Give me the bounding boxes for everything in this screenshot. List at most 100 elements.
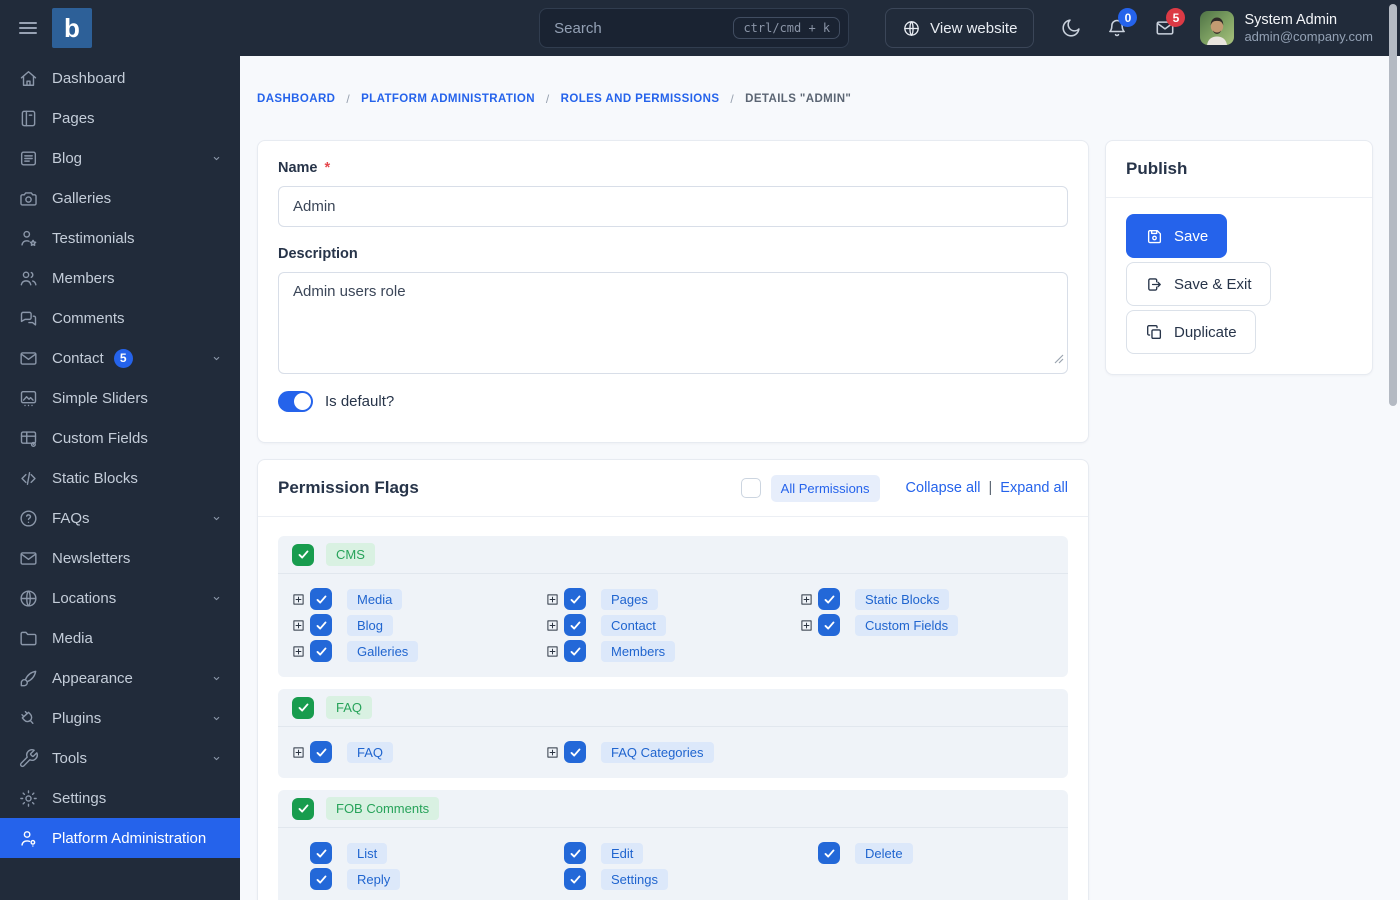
expand-all-link[interactable]: Expand all — [1000, 480, 1068, 496]
permission-checkbox[interactable] — [310, 868, 332, 890]
page-scrollbar[interactable] — [1389, 4, 1397, 406]
permission-label-badge: Contact — [601, 614, 666, 636]
expand-plus-icon[interactable] — [546, 746, 559, 759]
expand-plus-icon[interactable] — [292, 645, 305, 658]
permission-checkbox[interactable] — [564, 741, 586, 763]
sidebar-item-label: Testimonials — [52, 229, 135, 247]
expand-plus-icon[interactable] — [546, 645, 559, 658]
all-permissions-label[interactable]: All Permissions — [770, 474, 880, 502]
envelope-icon — [18, 548, 39, 569]
permission-item-static-blocks: Static Blocks — [800, 586, 1054, 612]
permission-checkbox[interactable] — [310, 640, 332, 662]
sidebar-item-locations[interactable]: Locations — [0, 578, 240, 618]
permission-item-members: Members — [546, 638, 800, 664]
sidebar-item-members[interactable]: Members — [0, 258, 240, 298]
permission-checkbox[interactable] — [564, 640, 586, 662]
chevron-down-icon — [209, 591, 224, 606]
sidebar-item-settings[interactable]: Settings — [0, 778, 240, 818]
permission-checkbox[interactable] — [818, 614, 840, 636]
sidebar-item-galleries[interactable]: Galleries — [0, 178, 240, 218]
menu-icon[interactable] — [14, 14, 42, 42]
sidebar-item-media[interactable]: Media — [0, 618, 240, 658]
plug-icon — [18, 708, 39, 729]
sidebar-item-platform-administration[interactable]: Platform Administration — [0, 818, 240, 858]
duplicate-button[interactable]: Duplicate — [1126, 310, 1256, 354]
permission-checkbox[interactable] — [564, 588, 586, 610]
sidebar-item-label: Contact — [52, 349, 104, 367]
message-count-badge: 5 — [1166, 8, 1186, 27]
copy-icon — [1145, 323, 1164, 342]
exit-icon — [1145, 275, 1164, 294]
permission-checkbox[interactable] — [564, 842, 586, 864]
user-avatar[interactable] — [1200, 11, 1235, 45]
search-input[interactable]: Search ctrl/cmd + k — [539, 8, 850, 48]
name-field[interactable] — [278, 186, 1068, 227]
save-button[interactable]: Save — [1126, 214, 1228, 258]
camera-icon — [18, 188, 39, 209]
sidebar-item-dashboard[interactable]: Dashboard — [0, 58, 240, 98]
is-default-toggle[interactable] — [278, 391, 313, 412]
sidebar: Dashboard Pages Blog Galleries Testimonials M… — [0, 56, 240, 900]
sidebar-nav: Dashboard Pages Blog Galleries Testimonials M… — [0, 58, 240, 858]
permission-checkbox[interactable] — [310, 741, 332, 763]
breadcrumb-item-dashboard[interactable]: DASHBOARD — [257, 93, 335, 105]
sidebar-item-appearance[interactable]: Appearance — [0, 658, 240, 698]
user-name: System Admin — [1244, 11, 1338, 28]
expand-plus-icon[interactable] — [292, 619, 305, 632]
floppy-icon — [1145, 227, 1164, 246]
permission-sections: CMS Media Pages Static Blocks Blog Contact Cus… — [258, 517, 1088, 900]
permission-checkbox[interactable] — [310, 588, 332, 610]
permission-checkbox[interactable] — [310, 842, 332, 864]
description-field[interactable]: Admin users role — [278, 272, 1068, 374]
sidebar-item-label: Newsletters — [52, 549, 131, 567]
all-permissions-checkbox[interactable] — [740, 478, 761, 498]
notifications-button[interactable]: 0 — [1106, 8, 1138, 39]
permission-item-faq: FAQ — [292, 739, 546, 765]
permission-label-badge: Blog — [347, 614, 394, 636]
sidebar-item-testimonials[interactable]: Testimonials — [0, 218, 240, 258]
app-logo[interactable]: b — [52, 8, 92, 48]
sidebar-item-comments[interactable]: Comments — [0, 298, 240, 338]
section-checkbox[interactable] — [292, 543, 314, 566]
expand-plus-icon[interactable] — [292, 593, 305, 606]
collapse-all-link[interactable]: Collapse all — [906, 480, 981, 496]
permission-checkbox[interactable] — [564, 868, 586, 890]
expand-plus-icon[interactable] — [292, 746, 305, 759]
permission-flags-title: Permission Flags — [278, 478, 419, 497]
permission-checkbox[interactable] — [818, 588, 840, 610]
sidebar-item-newsletters[interactable]: Newsletters — [0, 538, 240, 578]
view-website-button[interactable]: View website — [885, 8, 1035, 48]
sidebar-item-tools[interactable]: Tools — [0, 738, 240, 778]
save-and-exit-button[interactable]: Save & Exit — [1126, 262, 1271, 306]
sidebar-item-static-blocks[interactable]: Static Blocks — [0, 458, 240, 498]
breadcrumb-item-roles-and-permissions[interactable]: ROLES AND PERMISSIONS — [561, 93, 720, 105]
permission-item-pages: Pages — [546, 586, 800, 612]
section-checkbox[interactable] — [292, 797, 314, 820]
dark-mode-toggle-button[interactable] — [1060, 17, 1082, 39]
sidebar-item-simple-sliders[interactable]: Simple Sliders — [0, 378, 240, 418]
permission-label-badge: Pages — [601, 588, 658, 610]
sidebar-item-plugins[interactable]: Plugins — [0, 698, 240, 738]
expand-plus-icon[interactable] — [800, 593, 813, 606]
sidebar-item-custom-fields[interactable]: Custom Fields — [0, 418, 240, 458]
sidebar-item-label: Settings — [52, 789, 107, 807]
description-label: Description — [278, 246, 358, 262]
permission-checkbox[interactable] — [564, 614, 586, 636]
permission-checkbox[interactable] — [818, 842, 840, 864]
sidebar-item-blog[interactable]: Blog — [0, 138, 240, 178]
user-menu[interactable]: System Admin admin@company.com — [1244, 11, 1373, 45]
sidebar-item-label: FAQs — [52, 509, 90, 527]
expand-plus-icon[interactable] — [800, 619, 813, 632]
expand-plus-icon[interactable] — [546, 619, 559, 632]
breadcrumb-item-platform-administration[interactable]: PLATFORM ADMINISTRATION — [361, 93, 535, 105]
messages-button[interactable]: 5 — [1154, 8, 1186, 39]
chevron-down-icon — [209, 711, 224, 726]
section-checkbox[interactable] — [292, 696, 314, 719]
sidebar-item-pages[interactable]: Pages — [0, 98, 240, 138]
sidebar-item-faqs[interactable]: FAQs — [0, 498, 240, 538]
expand-plus-icon[interactable] — [546, 593, 559, 606]
sidebar-item-contact[interactable]: Contact 5 — [0, 338, 240, 378]
permission-checkbox[interactable] — [310, 614, 332, 636]
publish-title: Publish — [1106, 141, 1372, 198]
globe-icon — [18, 588, 39, 609]
